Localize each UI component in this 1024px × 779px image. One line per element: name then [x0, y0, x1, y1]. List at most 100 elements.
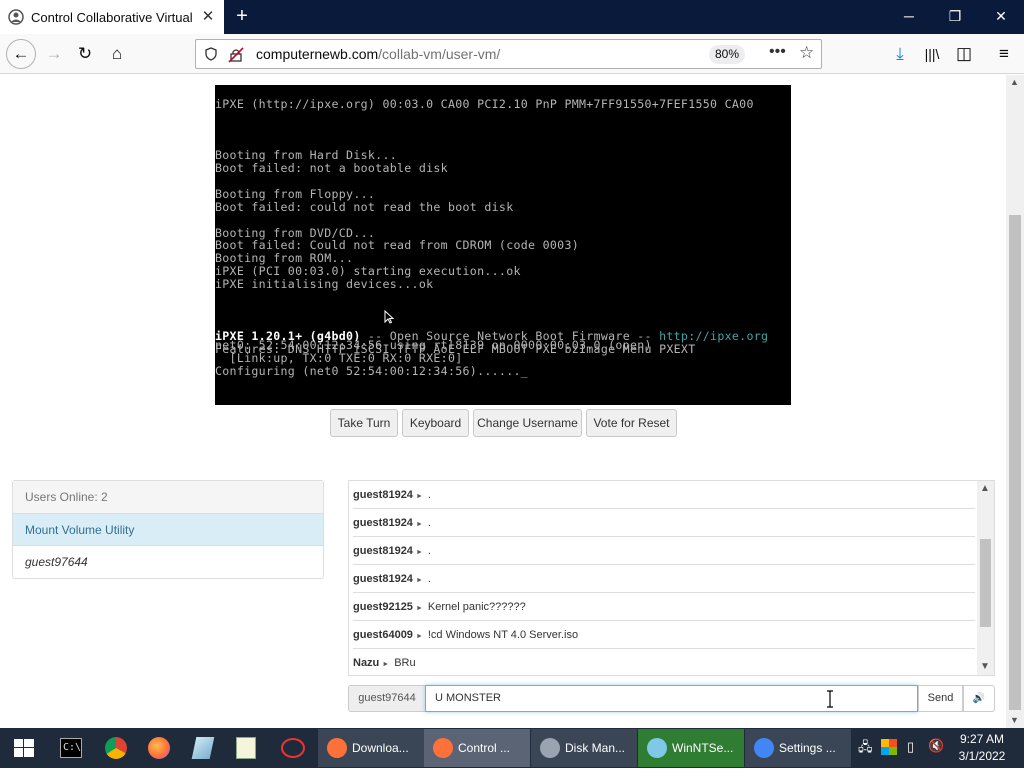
network-tool-icon[interactable]: [281, 738, 305, 758]
browser-titlebar: Control Collaborative Virtual M ✕ + ─ ❐ …: [0, 0, 1024, 34]
colored-tray-icon[interactable]: [881, 739, 897, 755]
chat-scrollbar[interactable]: ▲ ▼: [977, 481, 994, 675]
tab-close-icon[interactable]: ✕: [200, 9, 216, 25]
chat-message-user: guest81924: [353, 517, 413, 529]
taskbar-app-icon: [647, 738, 667, 758]
page-actions-icon[interactable]: •••: [769, 43, 786, 61]
users-online-header: Users Online: 2: [13, 481, 323, 514]
chat-message: guest64009 ► !cd Windows NT 4.0 Server.iso: [353, 621, 975, 649]
page-scroll-down-icon[interactable]: ▼: [1010, 715, 1019, 725]
taskbar-clock[interactable]: 9:27 AM 3/1/2022: [950, 731, 1014, 765]
page-scroll-up-icon[interactable]: ▲: [1010, 77, 1019, 87]
page-scrollbar-thumb[interactable]: [1009, 215, 1021, 710]
chat-arrow-icon: ►: [415, 493, 423, 500]
clock-time: 9:27 AM: [959, 732, 1005, 746]
menu-hamburger-icon[interactable]: ≡: [990, 40, 1018, 68]
windows-taskbar: C:\ Downloa... Control ... Disk Man... WinN…: [0, 728, 1024, 768]
chat-message-user: guest92125: [353, 601, 413, 613]
chat-log: guest81924 ►. guest81924 ►. guest81924 ►. gues…: [348, 480, 995, 676]
chat-scrollbar-thumb[interactable]: [980, 539, 991, 627]
url-domain: computernewb.com: [256, 46, 379, 62]
forward-arrow-icon[interactable]: →: [40, 40, 68, 68]
ipxe-banner-text: -- Open Source Network Boot Firmware --: [360, 329, 660, 343]
chat-message: guest81924 ►.: [353, 481, 975, 509]
command-prompt-icon[interactable]: C:\: [60, 738, 82, 758]
chat-username-label: guest97644: [348, 685, 426, 712]
ipxe-version: iPXE 1.20.1+ (g4bd0): [215, 329, 361, 343]
firefox-icon[interactable]: [148, 737, 170, 759]
chat-message-text: BRu: [394, 657, 416, 669]
chat-message-text: .: [427, 489, 431, 501]
chat-message-user: guest81924: [353, 489, 413, 501]
url-bar[interactable]: computernewb.com/collab-vm/user-vm/ 80% …: [195, 39, 822, 69]
chat-message-user: guest81924: [353, 573, 413, 585]
user-list-item[interactable]: Mount Volume Utility: [13, 514, 323, 546]
bookmark-star-icon[interactable]: ☆: [799, 43, 814, 63]
new-tab-plus-icon[interactable]: +: [230, 5, 254, 29]
taskbar-window-button[interactable]: Control ...: [424, 729, 530, 767]
chat-arrow-icon: ►: [415, 605, 423, 612]
vm-console-line: Boot failed: could not read the boot dis…: [215, 199, 514, 214]
scroll-up-chevron-icon[interactable]: ▲: [980, 483, 990, 494]
vm-screen[interactable]: iPXE (http://ipxe.org) 00:03.0 CA00 PCI2…: [215, 85, 791, 405]
taskbar-window-label: Settings ...: [779, 741, 836, 755]
library-icon[interactable]: |||\: [918, 40, 946, 68]
chrome-icon[interactable]: [105, 737, 127, 759]
close-window-icon[interactable]: ✕: [978, 0, 1024, 34]
downloads-icon[interactable]: ⤓: [886, 40, 914, 68]
chat-message-text: .: [427, 517, 431, 529]
minimize-icon[interactable]: ─: [886, 0, 932, 34]
sidebar-toggle-icon[interactable]: ◫: [950, 40, 978, 68]
usb-tray-icon[interactable]: ▯: [907, 739, 914, 779]
chat-message-text: Kernel panic??????: [427, 601, 526, 613]
scroll-down-chevron-icon[interactable]: ▼: [980, 661, 990, 672]
page-content: iPXE (http://ipxe.org) 00:03.0 CA00 PCI2…: [0, 75, 1006, 729]
notepad-icon[interactable]: [191, 737, 215, 759]
clock-date: 3/1/2022: [958, 749, 1006, 763]
chat-message: Nazu ► BRu: [353, 649, 975, 675]
reload-icon[interactable]: ↻: [71, 40, 99, 68]
vm-console-line: iPXE (http://ipxe.org) 00:03.0 CA00 PCI2…: [215, 97, 754, 111]
taskbar-app-icon: [754, 738, 774, 758]
change-username-button[interactable]: Change Username: [473, 409, 582, 437]
vm-console-line: iPXE initialising devices...ok: [215, 276, 434, 291]
chat-sound-toggle-button[interactable]: 🔊: [963, 685, 995, 712]
chat-message-input[interactable]: U MONSTER: [425, 685, 918, 712]
ipxe-banner-line: iPXE 1.20.1+ (g4bd0) -- Open Source Netw…: [215, 329, 768, 343]
keyboard-button[interactable]: Keyboard: [402, 409, 469, 437]
take-turn-button[interactable]: Take Turn: [330, 409, 398, 437]
navigation-toolbar: ← → ↻ ⌂ computernewb.com/collab-vm/user-…: [0, 34, 1024, 74]
chat-message: guest81924 ►.: [353, 509, 975, 537]
url-text: computernewb.com/collab-vm/user-vm/: [256, 46, 500, 62]
back-arrow-icon[interactable]: ←: [6, 39, 36, 69]
insecure-lock-icon[interactable]: [228, 47, 244, 63]
taskbar-window-label: Disk Man...: [565, 741, 626, 755]
windows-start-icon[interactable]: [14, 739, 34, 757]
vm-console-line: Boot failed: not a bootable disk: [215, 161, 448, 176]
ipxe-features-line: Features: DNS HTTP iSCSI TFTP AoE ELF MB…: [215, 342, 696, 356]
restore-icon[interactable]: ❐: [932, 0, 978, 34]
home-icon[interactable]: ⌂: [103, 40, 131, 68]
zoom-level-badge[interactable]: 80%: [709, 45, 745, 64]
user-list-item[interactable]: guest97644: [13, 546, 323, 578]
mouse-pointer-icon: [384, 310, 394, 324]
taskbar-app-icon: [540, 738, 560, 758]
chat-message-user: Nazu: [353, 657, 380, 669]
users-online-panel: Users Online: 2 Mount Volume Utility gue…: [12, 480, 324, 579]
taskbar-window-button[interactable]: Settings ...: [745, 729, 851, 767]
chat-message-user: guest81924: [353, 545, 413, 557]
spreadsheet-icon[interactable]: [236, 737, 256, 759]
page-scrollbar[interactable]: ▲ ▼: [1006, 75, 1024, 729]
taskbar-window-button[interactable]: Downloa...: [318, 729, 424, 767]
chat-message: guest92125 ► Kernel panic??????: [353, 593, 975, 621]
shield-icon[interactable]: [204, 47, 218, 61]
vote-reset-button[interactable]: Vote for Reset: [586, 409, 677, 437]
network-tray-icon[interactable]: 🖧: [858, 738, 873, 778]
chat-arrow-icon: ►: [415, 521, 423, 528]
volume-muted-icon[interactable]: 🔇: [928, 738, 944, 778]
browser-tab-active[interactable]: Control Collaborative Virtual M ✕: [0, 0, 224, 34]
taskbar-window-button[interactable]: Disk Man...: [531, 729, 637, 767]
taskbar-window-button[interactable]: WinNTSe...: [638, 729, 744, 767]
chat-send-button[interactable]: Send: [918, 685, 963, 712]
speaker-icon: 🔊: [972, 693, 986, 704]
